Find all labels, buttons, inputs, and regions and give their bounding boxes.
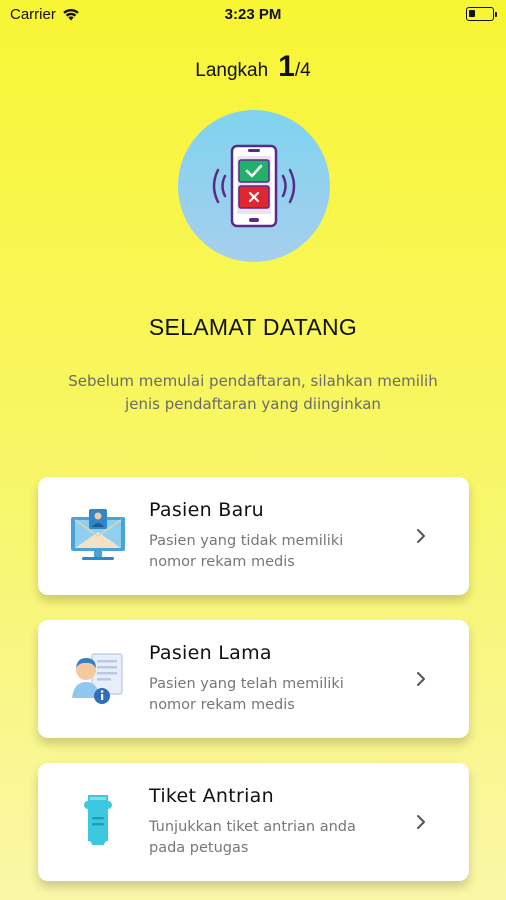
option-desc-line-1: Pasien yang tidak memiliki [149,533,344,549]
subtitle-line-2: jenis pendaftaran yang diinginkan [125,395,381,413]
chevron-right-icon [417,815,425,829]
option-title: Pasien Baru [149,499,265,521]
step-indicator: Langkah 1/4 [0,50,506,84]
welcome-subtitle: Sebelum memulai pendaftaran, silahkan me… [30,370,476,416]
subtitle-line-1: Sebelum memulai pendaftaran, silahkan me… [68,372,438,390]
chevron-right-icon [417,529,425,543]
option-desc-line-2: nomor rekam medis [149,554,295,570]
option-card-tiket-antrian[interactable]: Tiket Antrian Tunjukkan tiket antrian an… [38,763,469,881]
step-total: /4 [294,60,311,81]
ticket-icon [84,795,112,845]
hero-illustration [178,110,330,262]
option-description: Pasien yang telah memiliki nomor rekam m… [149,674,389,716]
option-title: Tiket Antrian [149,785,274,807]
option-description: Tunjukkan tiket antrian anda pada petuga… [149,817,389,859]
option-desc-line-1: Tunjukkan tiket antrian anda [149,819,356,835]
option-card-pasien-baru[interactable]: Pasien Baru Pasien yang tidak memiliki n… [38,477,469,595]
battery-icon [466,7,497,21]
option-desc-line-1: Pasien yang telah memiliki [149,676,344,692]
clock: 3:23 PM [224,6,282,23]
step-current: 1 [278,50,295,83]
patient-record-icon [72,653,123,704]
status-bar: Carrier 3:23 PM [0,0,506,30]
option-title: Pasien Lama [149,642,272,664]
step-label: Langkah [195,60,269,81]
option-desc-line-2: nomor rekam medis [149,697,295,713]
option-desc-line-2: pada petugas [149,840,249,856]
option-card-pasien-lama[interactable]: Pasien Lama Pasien yang telah memiliki n… [38,620,469,738]
chevron-right-icon [417,672,425,686]
welcome-title: SELAMAT DATANG [148,314,358,340]
computer-user-icon [71,509,125,560]
phone-vibrate-icon [212,144,296,228]
option-description: Pasien yang tidak memiliki nomor rekam m… [149,531,389,573]
